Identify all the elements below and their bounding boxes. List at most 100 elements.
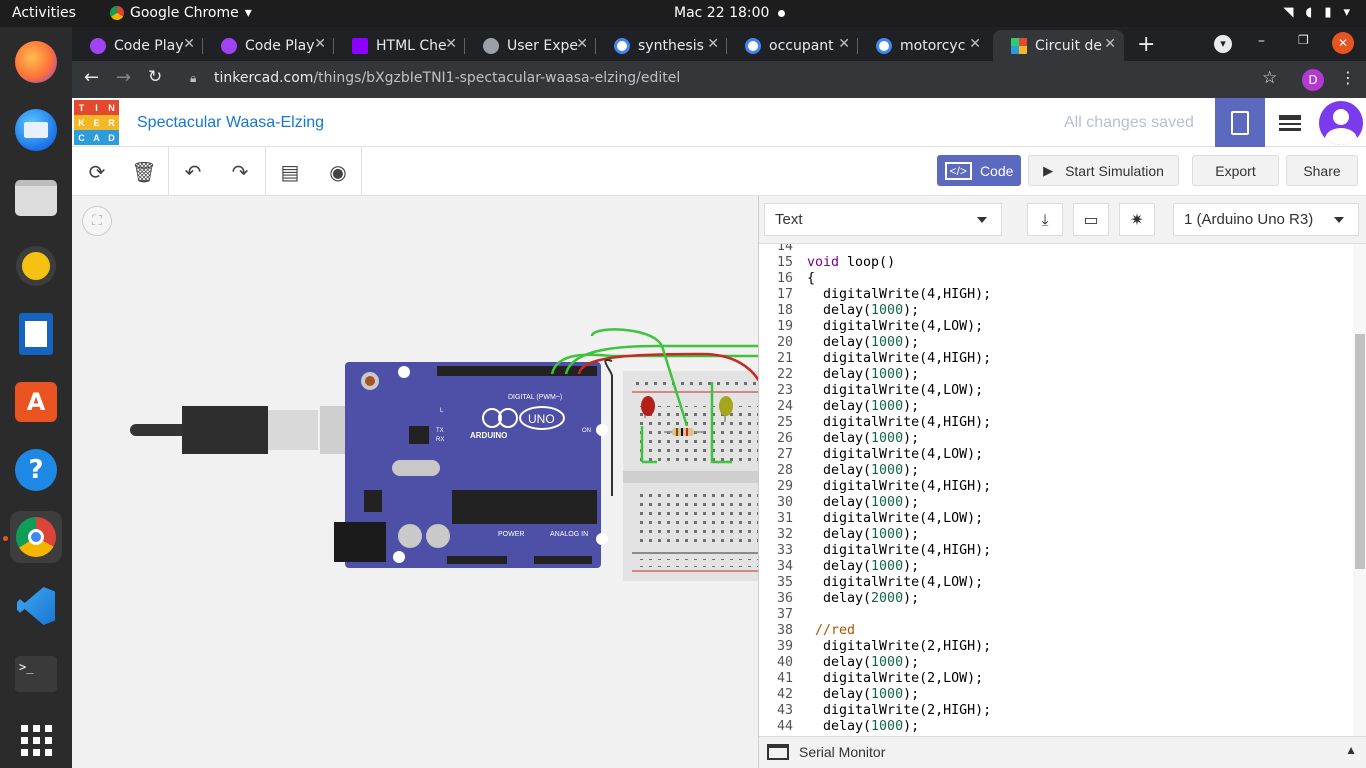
browser-tab[interactable]: occupant ✕ <box>727 30 858 61</box>
code-line[interactable]: 25 digitalWrite(4,HIGH); <box>759 415 1353 431</box>
firefox-icon[interactable] <box>10 36 62 88</box>
code-line[interactable]: 31 digitalWrite(4,LOW); <box>759 511 1353 527</box>
library-icon[interactable]: ▭ <box>1073 203 1109 236</box>
code-line[interactable]: 30 delay(1000); <box>759 495 1353 511</box>
code-line[interactable]: 37 <box>759 607 1353 623</box>
serial-monitor-bar[interactable]: Serial Monitor ▲ <box>759 736 1366 768</box>
code-line[interactable]: 16 { <box>759 271 1353 287</box>
system-tray[interactable]: ◥ ◖ ▮ ▾ <box>1283 5 1350 20</box>
code-line[interactable]: 18 delay(1000); <box>759 303 1353 319</box>
start-simulation-button[interactable]: ▶ Start Simulation <box>1028 155 1179 186</box>
browser-tab-active[interactable]: Circuit de ✕ <box>993 30 1124 61</box>
code-line[interactable]: 15 void loop() <box>759 255 1353 271</box>
project-title[interactable]: Spectacular Waasa-Elzing <box>137 114 324 132</box>
maximize-icon[interactable]: ❐ <box>1298 33 1309 47</box>
rhythmbox-icon[interactable] <box>10 240 62 292</box>
close-tab-icon[interactable]: ✕ <box>183 36 195 52</box>
download-code-icon[interactable]: ⤓ <box>1027 203 1063 236</box>
code-line[interactable]: 44 delay(1000); <box>759 719 1353 735</box>
minimize-icon[interactable]: – <box>1258 33 1265 49</box>
browser-tab[interactable]: synthesis ✕ <box>596 30 727 61</box>
tab-search-icon[interactable]: ▾ <box>1214 35 1232 53</box>
chrome-dock-icon[interactable] <box>10 511 62 563</box>
component-list-button[interactable] <box>1265 98 1315 147</box>
lock-icon[interactable]: 🔒︎ <box>190 71 196 86</box>
circuit-view-button[interactable] <box>1215 98 1265 147</box>
debugger-icon[interactable]: ✷ <box>1119 203 1155 236</box>
help-icon[interactable]: ? <box>10 444 62 496</box>
close-window-icon[interactable]: ✕ <box>1332 32 1354 54</box>
browser-tab[interactable]: User Expe ✕ <box>465 30 596 61</box>
code-editor[interactable]: 14 15 void loop() 16 {17 digitalWrite(4,HIGH… <box>759 244 1353 736</box>
code-line[interactable]: 24 delay(1000); <box>759 399 1353 415</box>
browser-tab[interactable]: Code Play ✕ <box>203 30 334 61</box>
close-tab-icon[interactable]: ✕ <box>707 36 719 52</box>
tinkercad-logo[interactable]: T I N K E R C A D <box>74 100 119 145</box>
code-line[interactable]: 36 delay(2000); <box>759 591 1353 607</box>
files-icon[interactable] <box>10 172 62 224</box>
code-line[interactable]: 34 delay(1000); <box>759 559 1353 575</box>
close-tab-icon[interactable]: ✕ <box>838 36 850 52</box>
caret-up-icon[interactable]: ▲ <box>1345 743 1357 757</box>
undo-icon[interactable]: ↶ <box>178 157 208 187</box>
notes-icon[interactable]: ▤ <box>275 157 305 187</box>
bookmark-star-icon[interactable]: ☆ <box>1262 68 1277 88</box>
code-line[interactable]: 38 //red <box>759 623 1353 639</box>
code-button[interactable]: </> Code <box>937 155 1021 186</box>
writer-icon[interactable] <box>10 308 62 360</box>
close-tab-icon[interactable]: ✕ <box>1104 36 1116 52</box>
terminal-icon[interactable]: >_ <box>10 648 62 700</box>
close-tab-icon[interactable]: ✕ <box>314 36 326 52</box>
back-icon[interactable]: ← <box>84 67 99 88</box>
redo-icon[interactable]: ↷ <box>225 157 255 187</box>
software-store-icon[interactable]: A <box>10 376 62 428</box>
url-text[interactable]: tinkercad.com/things/bXgzbIeTNI1-spectac… <box>214 70 680 86</box>
code-line[interactable]: 21 digitalWrite(4,HIGH); <box>759 351 1353 367</box>
scrollbar-thumb[interactable] <box>1355 334 1365 569</box>
code-line[interactable]: 22 delay(1000); <box>759 367 1353 383</box>
code-mode-select[interactable]: Text <box>764 203 1002 236</box>
code-line[interactable]: 19 digitalWrite(4,LOW); <box>759 319 1353 335</box>
thunderbird-icon[interactable] <box>10 104 62 156</box>
user-avatar[interactable] <box>1316 98 1366 147</box>
code-scrollbar[interactable] <box>1353 244 1366 736</box>
kebab-menu-icon[interactable]: ⋮ <box>1340 68 1356 87</box>
app-menu[interactable]: Google Chrome ▾ <box>110 5 252 21</box>
close-tab-icon[interactable]: ✕ <box>576 36 588 52</box>
close-tab-icon[interactable]: ✕ <box>969 36 981 52</box>
browser-tab[interactable]: motorcyc ✕ <box>858 30 989 61</box>
code-line[interactable]: 17 digitalWrite(4,HIGH); <box>759 287 1353 303</box>
vscode-icon[interactable] <box>10 580 62 632</box>
new-tab-icon[interactable]: + <box>1137 32 1155 57</box>
share-button[interactable]: Share <box>1286 155 1358 186</box>
code-line[interactable]: 23 digitalWrite(4,LOW); <box>759 383 1353 399</box>
code-line[interactable]: 20 delay(1000); <box>759 335 1353 351</box>
browser-tab[interactable]: Code Play ✕ <box>72 30 203 61</box>
activities-button[interactable]: Activities <box>12 5 76 21</box>
device-select[interactable]: 1 (Arduino Uno R3) <box>1173 203 1359 236</box>
code-line[interactable]: 28 delay(1000); <box>759 463 1353 479</box>
clock[interactable]: Mac 22 18:00 <box>674 5 769 21</box>
rotate-icon[interactable]: ⟳ <box>82 157 112 187</box>
code-line[interactable]: 27 digitalWrite(4,LOW); <box>759 447 1353 463</box>
code-line[interactable]: 26 delay(1000); <box>759 431 1353 447</box>
export-button[interactable]: Export <box>1192 155 1279 186</box>
code-line[interactable]: 42 delay(1000); <box>759 687 1353 703</box>
delete-icon[interactable]: 🗑︎ <box>129 157 159 187</box>
code-line[interactable]: 32 delay(1000); <box>759 527 1353 543</box>
code-line[interactable]: 29 digitalWrite(4,HIGH); <box>759 479 1353 495</box>
arduino-uno-board[interactable]: ARDUINO UNO DIGITAL (PWM~) POWER ANALOG … <box>334 362 608 568</box>
code-line[interactable]: 40 delay(1000); <box>759 655 1353 671</box>
code-line[interactable]: 35 digitalWrite(4,LOW); <box>759 575 1353 591</box>
circuit-canvas[interactable]: ⛶ ARDUINO UNO DIGITAL (PWM~) POWER ANALO… <box>72 196 758 768</box>
forward-icon[interactable]: → <box>116 67 131 88</box>
profile-avatar[interactable]: D <box>1302 69 1324 91</box>
code-line[interactable]: 41 digitalWrite(2,LOW); <box>759 671 1353 687</box>
close-tab-icon[interactable]: ✕ <box>445 36 457 52</box>
code-line[interactable]: 43 digitalWrite(2,HIGH); <box>759 703 1353 719</box>
visibility-icon[interactable]: ◉ <box>323 157 353 187</box>
code-line[interactable]: 14 <box>759 244 1353 255</box>
code-line[interactable]: 39 digitalWrite(2,HIGH); <box>759 639 1353 655</box>
browser-tab[interactable]: HTML Che ✕ <box>334 30 465 61</box>
show-apps-icon[interactable] <box>10 714 62 766</box>
